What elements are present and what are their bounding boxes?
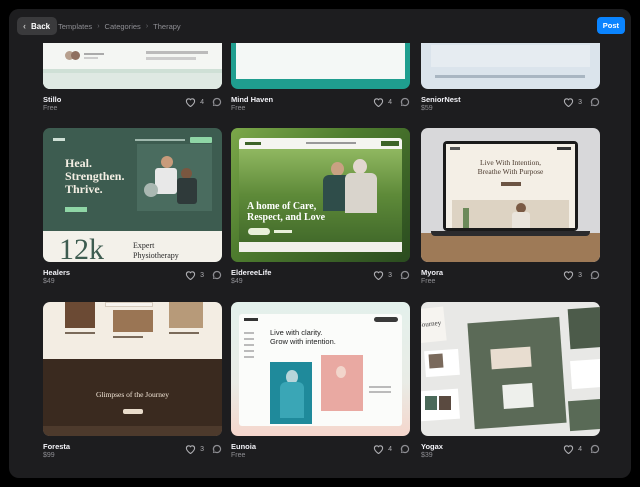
chevron-left-icon: ‹ <box>23 20 26 31</box>
preview-headline: Thrive. <box>65 182 103 196</box>
back-button[interactable]: ‹ Back <box>17 17 58 35</box>
heart-icon[interactable] <box>185 270 196 280</box>
comment-icon[interactable] <box>590 97 600 107</box>
template-preview[interactable]: Live with clarity. Grow with intention. <box>231 302 410 436</box>
like-count: 3 <box>200 271 204 279</box>
like-count: 3 <box>578 98 582 106</box>
preview-headline: Grow with intention. <box>270 337 336 346</box>
heart-icon[interactable] <box>563 444 574 454</box>
heart-icon[interactable] <box>373 270 384 280</box>
template-price: Free <box>231 105 246 112</box>
template-preview[interactable]: Live With Intention, Breathe With Purpos… <box>421 128 600 262</box>
template-price: $99 <box>43 452 55 459</box>
template-price: $49 <box>231 278 243 285</box>
template-preview[interactable]: Heal. Strengthen. Thrive. 12k Expert Phy… <box>43 128 222 262</box>
comment-icon[interactable] <box>590 270 600 280</box>
heart-icon[interactable] <box>185 97 196 107</box>
template-name[interactable]: EldereeLife <box>231 268 271 277</box>
heart-icon[interactable] <box>563 270 574 280</box>
app-window: Stillo Free 4 Mind Haven Free 4 SeniorNe… <box>9 9 631 478</box>
like-count: 3 <box>578 271 582 279</box>
template-price: $39 <box>421 452 433 459</box>
heart-icon[interactable] <box>185 444 196 454</box>
template-price: $49 <box>43 278 55 285</box>
back-label: Back <box>31 21 51 31</box>
like-count: 4 <box>578 445 582 453</box>
template-price: Free <box>421 278 436 285</box>
preview-headline: Breathe With Purpose <box>477 167 544 176</box>
preview-headline: Live With Intention, <box>479 158 541 167</box>
template-name[interactable]: SeniorNest <box>421 95 461 104</box>
comment-icon[interactable] <box>590 444 600 454</box>
comment-icon[interactable] <box>400 270 410 280</box>
preview-stat: 12k <box>59 233 104 263</box>
preview-headline: Respect, and Love <box>247 212 326 223</box>
breadcrumb-item-templates[interactable]: Templates <box>58 22 92 31</box>
preview-headline: Glimpses of the Journey <box>95 390 170 399</box>
template-name[interactable]: Foresta <box>43 442 70 451</box>
comment-icon[interactable] <box>212 444 222 454</box>
like-count: 4 <box>388 445 392 453</box>
post-button[interactable]: Post <box>596 17 625 34</box>
template-name[interactable]: Myora <box>421 268 443 277</box>
top-bar: ‹ Back Templates › Categories › Therapy … <box>9 9 631 43</box>
template-preview[interactable]: Journey <box>421 302 600 436</box>
template-price: Free <box>43 105 58 112</box>
template-preview[interactable]: A home of Care, Respect, and Love <box>231 128 410 262</box>
template-name[interactable]: Mind Haven <box>231 95 273 104</box>
preview-headline: A home of Care, <box>247 201 317 212</box>
like-count: 4 <box>388 98 392 106</box>
template-name[interactable]: Healers <box>43 268 70 277</box>
comment-icon[interactable] <box>212 270 222 280</box>
template-preview[interactable]: Glimpses of the Journey <box>43 302 222 436</box>
template-price: $59 <box>421 105 433 112</box>
template-name[interactable]: Yogax <box>421 442 443 451</box>
breadcrumb-item-categories[interactable]: Categories <box>105 22 141 31</box>
heart-icon[interactable] <box>373 444 384 454</box>
template-price: Free <box>231 452 246 459</box>
like-count: 3 <box>200 445 204 453</box>
like-count: 4 <box>200 98 204 106</box>
heart-icon[interactable] <box>373 97 384 107</box>
heart-icon[interactable] <box>563 97 574 107</box>
preview-subhead: Expert <box>133 241 155 250</box>
chevron-right-icon: › <box>97 22 100 30</box>
preview-subhead: Physiotherapy <box>133 251 179 260</box>
template-name[interactable]: Stillo <box>43 95 61 104</box>
breadcrumb: Templates › Categories › Therapy <box>58 17 181 35</box>
chevron-right-icon: › <box>145 22 149 30</box>
template-name[interactable]: Eunoia <box>231 442 256 451</box>
comment-icon[interactable] <box>400 444 410 454</box>
preview-headline: Live with clarity. <box>270 328 323 337</box>
breadcrumb-item-therapy[interactable]: Therapy <box>153 22 181 31</box>
like-count: 3 <box>388 271 392 279</box>
comment-icon[interactable] <box>400 97 410 107</box>
comment-icon[interactable] <box>212 97 222 107</box>
